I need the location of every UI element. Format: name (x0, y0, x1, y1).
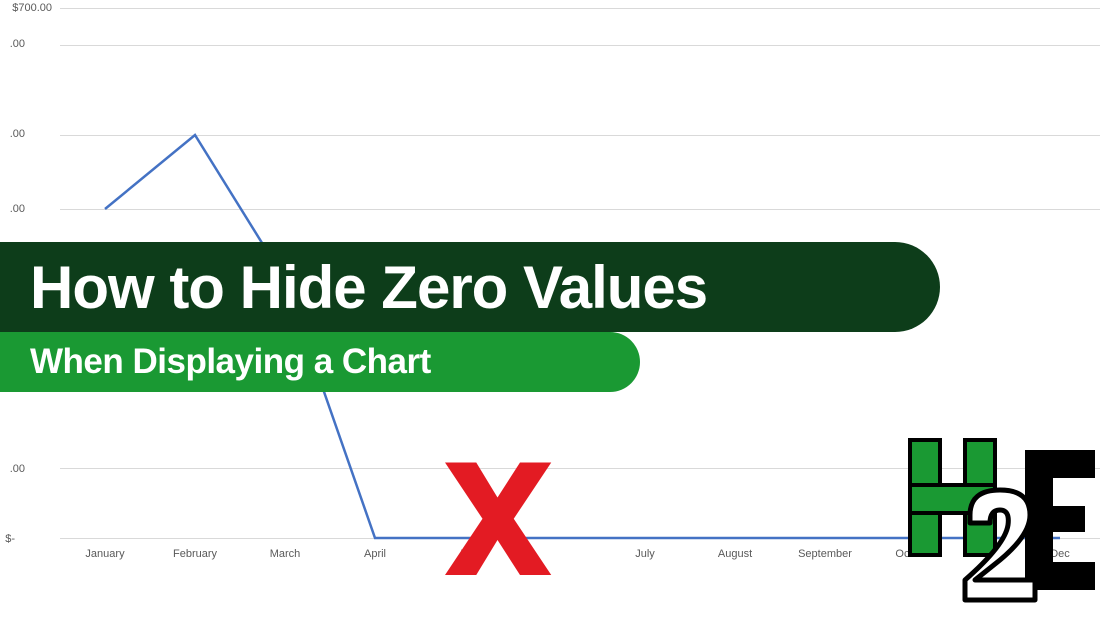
title-text: How to Hide Zero Values (30, 253, 707, 322)
x-tick-label: April (364, 548, 386, 560)
y-tick-label: .00 (0, 128, 25, 140)
x-tick-label: August (718, 548, 752, 560)
cross-icon (430, 450, 560, 600)
y-tick-label: $- (0, 533, 15, 545)
x-tick-label: September (798, 548, 852, 560)
x-tick-label: March (270, 548, 301, 560)
gridline (60, 209, 1100, 210)
y-tick-label: $700.00 (2, 2, 52, 14)
subtitle-banner: When Displaying a Chart (0, 332, 640, 392)
subtitle-text: When Displaying a Chart (30, 342, 431, 382)
x-tick-label: July (635, 548, 655, 560)
gridline (60, 135, 1100, 136)
y-tick-label: .00 (0, 38, 25, 50)
x-tick-label: January (85, 548, 124, 560)
gridline (60, 45, 1100, 46)
y-tick-label: .00 (0, 203, 25, 215)
gridline (60, 8, 1100, 9)
x-tick-label: February (173, 548, 217, 560)
y-tick-label: .00 (0, 463, 25, 475)
brand-logo (900, 430, 1100, 610)
title-banner: How to Hide Zero Values (0, 242, 940, 332)
